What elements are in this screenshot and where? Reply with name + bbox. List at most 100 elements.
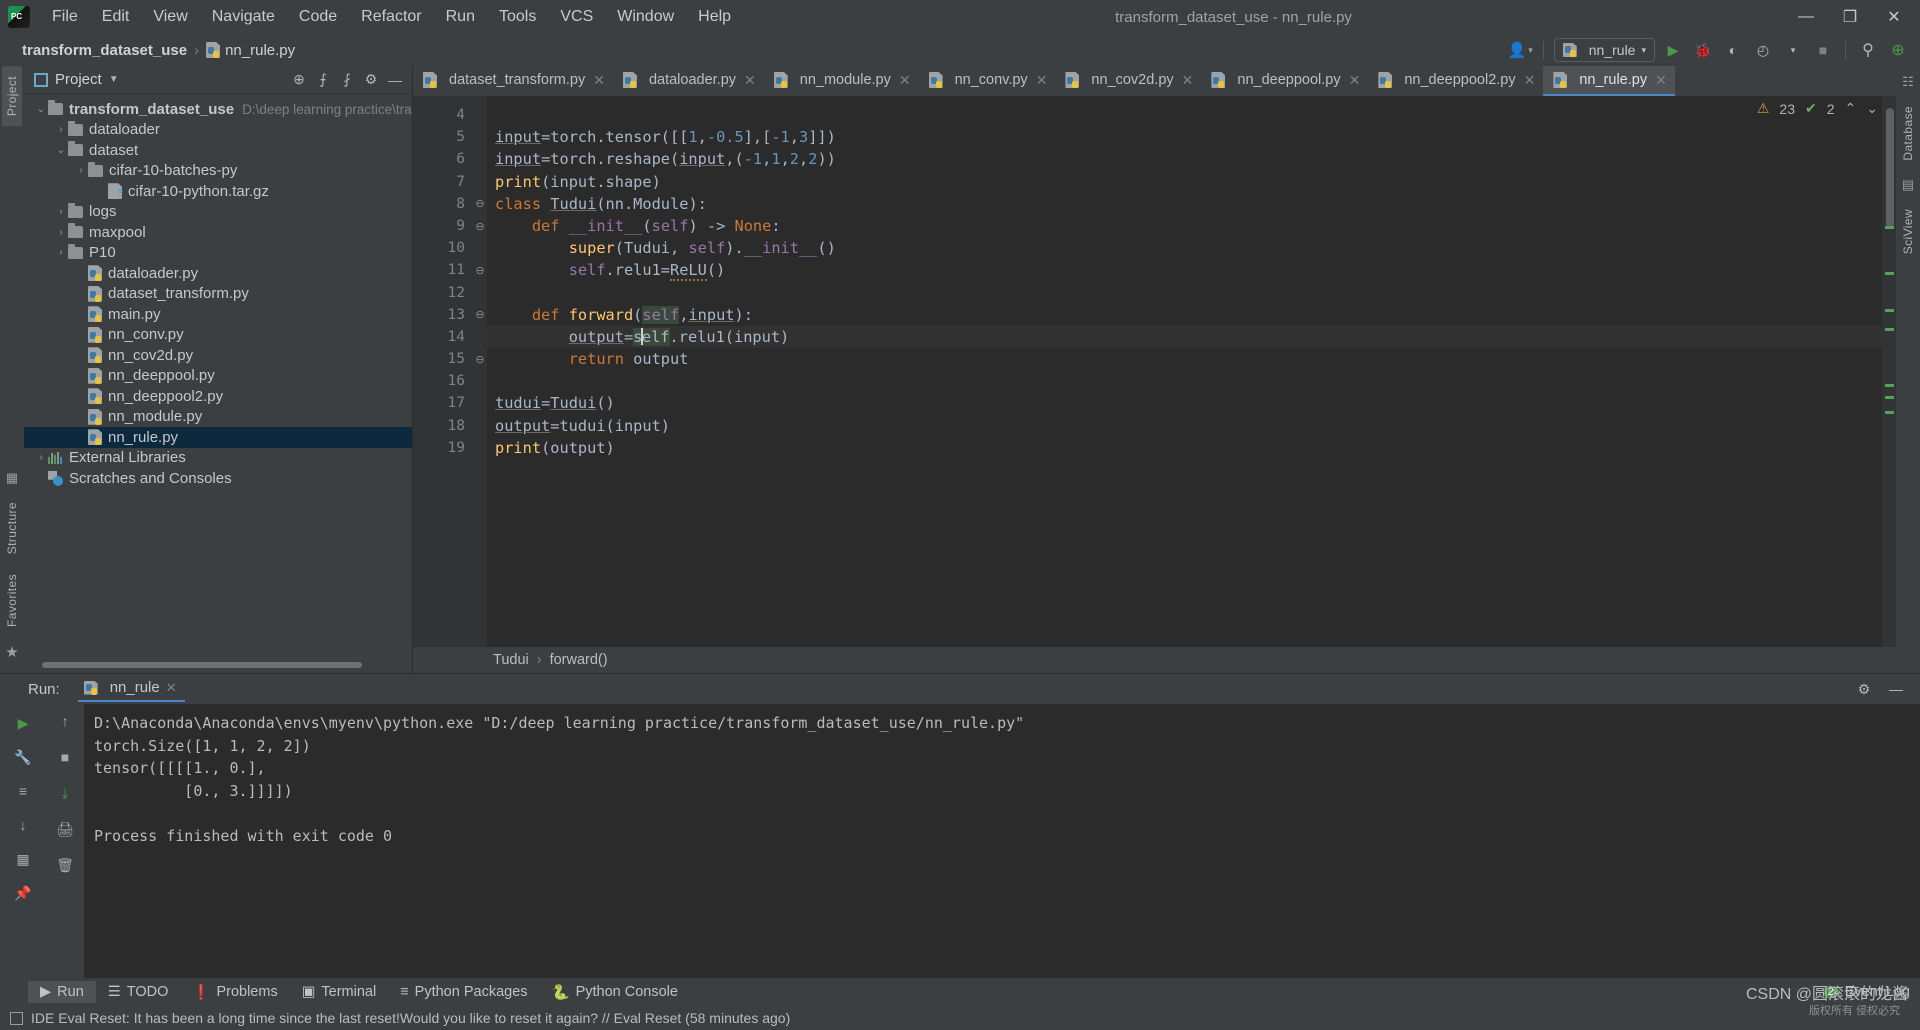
code-line[interactable]: tudui=Tudui() (487, 392, 1882, 414)
tree-item-maxpool[interactable]: › maxpool (24, 222, 412, 243)
close-icon[interactable]: ✕ (744, 72, 756, 89)
code-line[interactable]: output=tudui(input) (487, 415, 1882, 437)
chevron-right-icon[interactable]: › (34, 473, 48, 484)
editor-tab-nn-conv-py[interactable]: nn_conv.py ✕ (919, 66, 1056, 96)
chevron-right-icon[interactable]: › (74, 288, 88, 299)
menu-item-refactor[interactable]: Refactor (349, 5, 433, 29)
chevron-right-icon[interactable]: › (74, 391, 88, 402)
close-icon[interactable]: ✕ (1036, 72, 1048, 89)
code-line[interactable]: output=self.relu1(input) (487, 325, 1882, 349)
chevron-right-icon[interactable]: › (54, 247, 68, 258)
code-folding-gutter[interactable]: ⊖ ⊖ ⊖ ⊖ ⊖ (473, 96, 487, 647)
editor-tab-dataloader-py[interactable]: dataloader.py ✕ (613, 66, 764, 96)
sidebar-tab-project[interactable]: Project (2, 66, 22, 127)
fold-toggle-icon[interactable]: ⊖ (473, 348, 487, 370)
tree-item-nn-deeppool2-py[interactable]: › nn_deeppool2.py (24, 386, 412, 407)
editor-marker-scrollbar[interactable] (1882, 96, 1896, 647)
chevron-right-icon[interactable]: › (94, 186, 108, 197)
fold-toggle-icon[interactable]: ⊖ (473, 215, 487, 237)
code-line[interactable]: input=torch.reshape(input,(-1,1,2,2)) (487, 148, 1882, 170)
fold-toggle-icon[interactable]: ⊖ (473, 193, 487, 215)
menu-item-code[interactable]: Code (287, 5, 349, 29)
coverage-button[interactable]: ◐ (1721, 38, 1745, 62)
close-icon[interactable]: ✕ (899, 72, 911, 89)
close-button[interactable]: ✕ (1872, 1, 1916, 33)
filter-icon[interactable]: ≡ (12, 780, 34, 802)
sidebar-tab-structure[interactable]: Structure (2, 492, 22, 564)
tree-item-nn-conv-py[interactable]: › nn_conv.py (24, 325, 412, 346)
wrench-icon[interactable]: 🔧 (12, 746, 34, 768)
hide-panel-icon[interactable]: — (1884, 677, 1908, 701)
scroll-to-end-icon[interactable]: ↓ (12, 814, 34, 836)
chevron-right-icon[interactable]: › (74, 165, 88, 176)
menu-item-window[interactable]: Window (605, 5, 686, 29)
soft-wrap-icon[interactable]: ⤓ (54, 782, 76, 804)
bottom-tab-run[interactable]: ▶ Run (28, 981, 96, 1003)
stop-icon[interactable]: ■ (54, 746, 76, 768)
tree-item-transform-dataset-use[interactable]: ⌄ transform_dataset_use D:\deep learning p… (24, 99, 412, 120)
main-menu[interactable]: File Edit View Navigate Code Refactor Ru… (40, 5, 743, 29)
editor-tab-nn-deeppool-py[interactable]: nn_deeppool.py ✕ (1201, 66, 1368, 96)
code-line[interactable]: return output (487, 348, 1882, 370)
editor-tab-bar[interactable]: dataset_transform.py ✕ dataloader.py ✕ nn_mo… (413, 66, 1896, 96)
tree-item-external-libraries[interactable]: › External Libraries (24, 448, 412, 469)
code-line[interactable] (487, 104, 1882, 126)
chevron-right-icon[interactable]: › (74, 432, 88, 443)
code-text-area[interactable]: input=torch.tensor([[1,-0.5],[-1,3]]) inp… (487, 96, 1882, 647)
run-configuration-selector[interactable]: nn_rule ▾ (1553, 38, 1655, 62)
chevron-down-icon[interactable]: ▼ (109, 74, 119, 85)
bottom-tab-todo[interactable]: ☰ TODO (96, 981, 181, 1003)
account-icon[interactable]: 👤 ▾ (1508, 41, 1533, 59)
code-line[interactable]: self.relu1=ReLU() (487, 259, 1882, 282)
code-line[interactable]: def forward(self,input): (487, 304, 1882, 326)
menu-item-view[interactable]: View (141, 5, 199, 29)
chevron-down-icon[interactable]: ⌄ (34, 104, 48, 115)
collapse-all-icon[interactable]: ⨍ (312, 69, 334, 91)
tree-item-p10[interactable]: › P10 (24, 243, 412, 264)
minimize-button[interactable]: — (1784, 1, 1828, 33)
next-problem-icon[interactable]: ⌄ (1866, 100, 1878, 117)
chevron-right-icon[interactable]: › (54, 206, 68, 217)
code-line[interactable]: class Tudui(nn.Module): (487, 193, 1882, 215)
close-icon[interactable]: ✕ (1524, 72, 1536, 89)
sidebar-tab-sciview[interactable]: SciView (1898, 199, 1918, 264)
run-console-output[interactable]: D:\Anaconda\Anaconda\envs\myenv\python.e… (84, 704, 1920, 978)
sidebar-tab-favorites[interactable]: Favorites (2, 564, 22, 637)
close-icon[interactable]: ✕ (593, 72, 605, 89)
inspection-widget[interactable]: ⚠ 23 ✔ 2 ⌃ ⌄ (1757, 100, 1878, 117)
tree-item-cifar-10-batches-py[interactable]: › cifar-10-batches-py (24, 161, 412, 182)
chevron-down-icon[interactable]: ⌄ (54, 145, 68, 156)
settings-gear-icon[interactable]: ⚙ (1852, 677, 1876, 701)
editor-tab-nn-deeppool2-py[interactable]: nn_deeppool2.py ✕ (1368, 66, 1543, 96)
close-icon[interactable]: ✕ (166, 680, 177, 696)
chevron-right-icon[interactable]: › (74, 329, 88, 340)
chevron-right-icon[interactable]: › (74, 350, 88, 361)
settings-gear-icon[interactable]: ⚙ (360, 69, 382, 91)
code-line[interactable] (487, 370, 1882, 392)
bottom-tab-python-console[interactable]: 🐍 Python Console (540, 981, 690, 1004)
tree-item-logs[interactable]: › logs (24, 202, 412, 223)
bottom-tool-window-bar[interactable]: ▶ Run ☰ TODO ❗ Problems ▣ Terminal ≡ Python Packa… (0, 978, 1920, 1006)
editor-tab-nn-cov2d-py[interactable]: nn_cov2d.py ✕ (1055, 66, 1201, 96)
editor-tab-nn-rule-py[interactable]: nn_rule.py ✕ (1543, 66, 1675, 96)
print-icon[interactable]: 🖨 (54, 818, 76, 840)
run-tab-nn-rule[interactable]: nn_rule ✕ (77, 676, 185, 702)
profile-button[interactable]: ◴ (1751, 38, 1775, 62)
chevron-right-icon[interactable]: › (74, 309, 88, 320)
code-line[interactable]: def __init__(self) -> None: (487, 215, 1882, 237)
close-icon[interactable]: ✕ (1182, 72, 1194, 89)
tree-item-nn-rule-py[interactable]: › nn_rule.py (24, 427, 412, 448)
debug-button[interactable]: 🐞 (1691, 38, 1715, 62)
chevron-right-icon[interactable]: › (74, 268, 88, 279)
chevron-right-icon[interactable]: › (74, 411, 88, 422)
favorites-star-icon[interactable]: ★ (5, 643, 18, 661)
tree-item-dataset-transform-py[interactable]: › dataset_transform.py (24, 284, 412, 305)
bottom-tab-problems[interactable]: ❗ Problems (180, 981, 289, 1004)
tree-item-cifar-10-python-tar-gz[interactable]: ›? cifar-10-python.tar.gz (24, 181, 412, 202)
close-icon[interactable]: ✕ (1349, 72, 1361, 89)
scroll-from-source-icon[interactable]: ⊕ (288, 69, 310, 91)
sidebar-tab-database[interactable]: Database (1898, 96, 1918, 171)
code-line[interactable] (487, 282, 1882, 304)
fold-toggle-icon[interactable]: ⊖ (473, 259, 487, 281)
code-line[interactable]: input=torch.tensor([[1,-0.5],[-1,3]]) (487, 126, 1882, 148)
